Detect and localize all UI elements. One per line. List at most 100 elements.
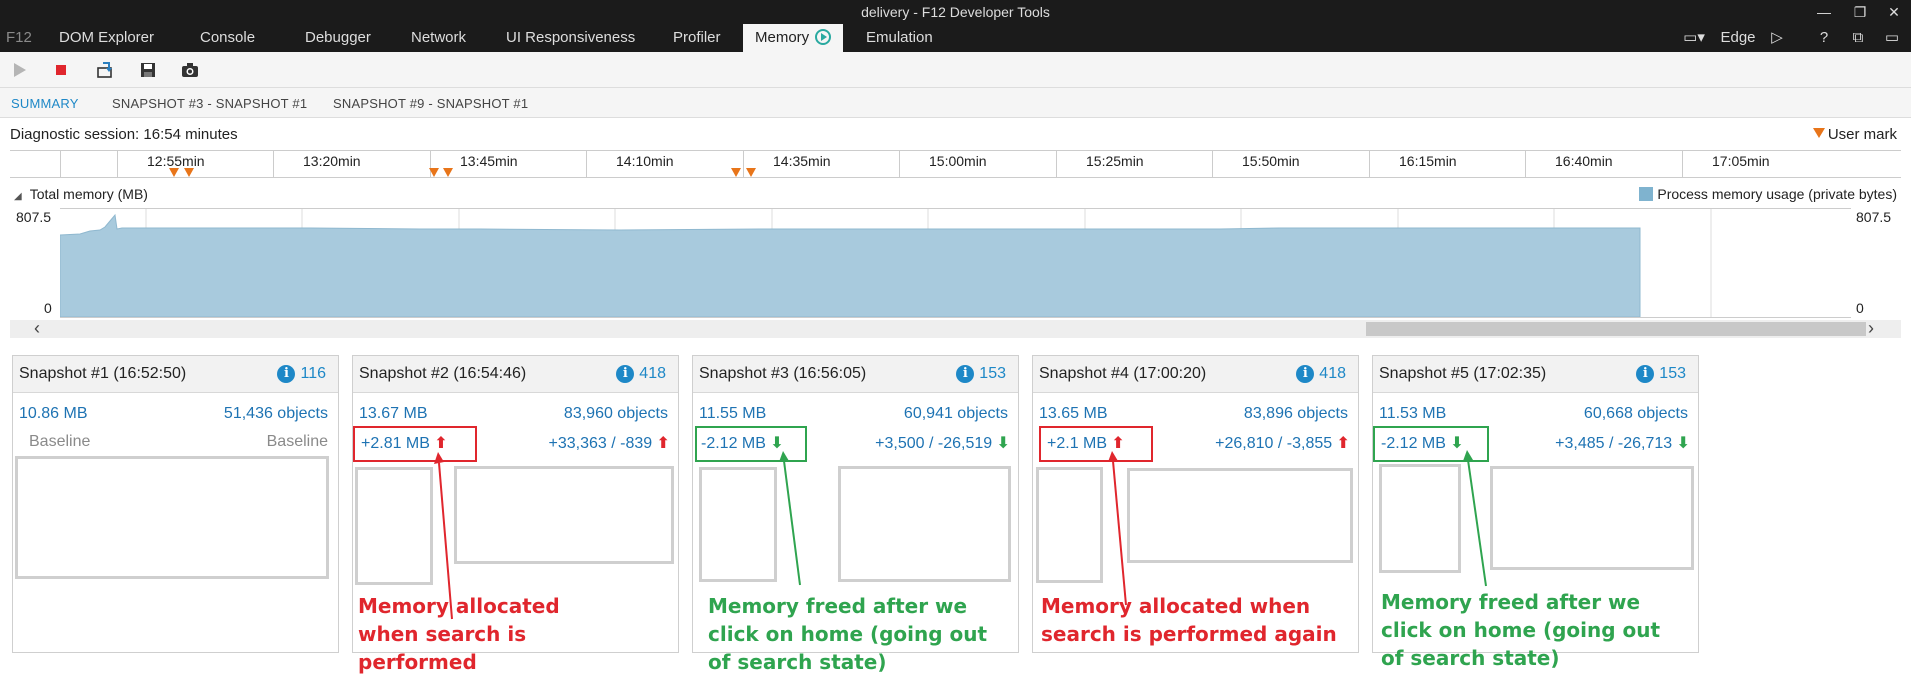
tab-snapshot-3-vs-1[interactable]: SNAPSHOT #3 - SNAPSHOT #1 <box>112 96 307 111</box>
time-label: 14:10min <box>616 153 674 169</box>
user-mark[interactable] <box>429 168 439 177</box>
object-delta-value: +26,810 / -3,855 <box>1215 435 1333 452</box>
object-count-link[interactable]: 51,436 objects <box>224 405 328 423</box>
tab-memory[interactable]: Memory <box>743 24 844 52</box>
object-delta-link[interactable]: +33,363 / -839 ⬆ <box>549 433 671 453</box>
screenshot-thumbnail[interactable] <box>1127 468 1353 563</box>
object-count-link[interactable]: 83,896 objects <box>1244 405 1348 423</box>
object-delta-link[interactable]: +26,810 / -3,855 ⬆ <box>1215 433 1350 453</box>
target-device-icon[interactable]: ▭▾ <box>1676 28 1712 48</box>
user-mark[interactable] <box>443 168 453 177</box>
snapshot-header: Snapshot #1 (16:52:50) i 116 <box>13 356 338 393</box>
tool-tab-bar: F12 DOM Explorer Console Debugger Networ… <box>0 24 1911 52</box>
user-mark-label: User mark <box>1827 126 1897 143</box>
heap-size-link[interactable]: 10.86 MB <box>19 405 87 423</box>
baseline-label: Baseline <box>266 433 328 450</box>
browser-target-label[interactable]: Edge <box>1716 28 1760 48</box>
screenshot-thumbnail[interactable] <box>1379 464 1461 573</box>
user-mark[interactable] <box>731 168 741 177</box>
snapshot-title: Snapshot #3 <box>699 365 789 382</box>
snapshot-count: 116 <box>300 365 326 382</box>
time-label: 16:15min <box>1399 153 1457 169</box>
help-icon[interactable]: ? <box>1814 28 1834 48</box>
snapshot-header: Snapshot #3 (16:56:05) i 153 <box>693 356 1018 393</box>
snapshot-title: Snapshot #1 <box>19 365 109 382</box>
object-delta-link[interactable]: +3,485 / -26,713 ⬇ <box>1555 433 1690 453</box>
y-axis-min-right: 0 <box>1856 300 1864 316</box>
minimize-icon[interactable]: — <box>1810 2 1838 22</box>
snapshot-info[interactable]: i 153 <box>1636 365 1686 383</box>
user-mark-icon <box>1812 128 1825 138</box>
snapshot-time: (17:00:20) <box>1133 365 1207 382</box>
import-session-icon[interactable] <box>95 60 115 80</box>
collapse-caret-icon[interactable]: ◢ <box>14 191 22 202</box>
memory-usage-graph[interactable] <box>59 208 1851 318</box>
screenshot-thumbnail[interactable] <box>1036 467 1103 583</box>
tab-console[interactable]: Console <box>200 24 255 52</box>
timeline-scrollbar[interactable]: ‹ › <box>10 319 1901 338</box>
memory-graph-header[interactable]: ◢ Total memory (MB) <box>14 186 148 202</box>
screenshot-thumbnail[interactable] <box>699 467 777 582</box>
screenshot-thumbnail[interactable] <box>454 466 674 564</box>
snapshot-title: Snapshot #2 <box>359 365 449 382</box>
dock-icon[interactable]: ▭ <box>1880 28 1904 48</box>
scroll-left-icon[interactable]: ‹ <box>28 319 46 338</box>
snapshot-header: Snapshot #2 (16:54:46) i 418 <box>353 356 678 393</box>
screenshot-thumbnail[interactable] <box>1490 466 1694 570</box>
recording-icon <box>815 29 832 45</box>
memory-toolbar <box>0 52 1911 88</box>
baseline-label: Baseline <box>29 433 91 450</box>
restore-icon[interactable]: ❐ <box>1846 2 1874 22</box>
snapshot-time: (16:56:05) <box>793 365 867 382</box>
y-axis-max-left: 807.5 <box>16 209 52 225</box>
heap-size-link[interactable]: 13.65 MB <box>1039 405 1107 423</box>
view-tabs: SUMMARY SNAPSHOT #3 - SNAPSHOT #1 SNAPSH… <box>0 88 1911 118</box>
scrollbar-thumb[interactable] <box>1366 322 1866 336</box>
timeline-ruler[interactable]: 12:55min 13:20min 13:45min 14:10min 14:3… <box>10 150 1901 178</box>
time-label: 15:50min <box>1242 153 1300 169</box>
tab-debugger[interactable]: Debugger <box>305 24 371 52</box>
snapshot-title: Snapshot #4 <box>1039 365 1129 382</box>
highlight-box <box>695 426 807 462</box>
tab-network[interactable]: Network <box>411 24 466 52</box>
screenshot-thumbnail[interactable] <box>15 456 329 579</box>
time-label: 15:25min <box>1086 153 1144 169</box>
close-icon[interactable]: ✕ <box>1880 2 1908 22</box>
snapshot-info[interactable]: i 153 <box>956 365 1006 383</box>
tab-ui-responsiveness[interactable]: UI Responsiveness <box>506 24 635 52</box>
object-count-link[interactable]: 60,668 objects <box>1584 405 1688 423</box>
stop-profiling-icon[interactable] <box>51 60 71 80</box>
object-count-link[interactable]: 60,941 objects <box>904 405 1008 423</box>
snapshot-card-1[interactable]: Snapshot #1 (16:52:50) i 116 10.86 MB 51,… <box>12 355 339 653</box>
info-icon: i <box>1636 365 1655 383</box>
tab-snapshot-9-vs-1[interactable]: SNAPSHOT #9 - SNAPSHOT #1 <box>333 96 528 111</box>
tab-summary[interactable]: SUMMARY <box>11 96 79 111</box>
user-mark[interactable] <box>746 168 756 177</box>
f12-label: F12 <box>6 29 32 46</box>
user-mark[interactable] <box>169 168 179 177</box>
save-session-icon[interactable] <box>138 60 158 80</box>
object-count-link[interactable]: 83,960 objects <box>564 405 668 423</box>
take-snapshot-icon[interactable] <box>180 60 200 80</box>
scroll-right-icon[interactable]: › <box>1862 319 1880 338</box>
arrow-up-icon: ⬆ <box>1336 435 1350 452</box>
tab-profiler[interactable]: Profiler <box>673 24 721 52</box>
heap-size-link[interactable]: 11.55 MB <box>699 405 766 423</box>
console-panel-icon[interactable]: ▷ <box>1766 28 1788 48</box>
annotation-allocated: Memory allocated when search is performe… <box>358 594 560 674</box>
user-mark[interactable] <box>184 168 194 177</box>
snapshot-info[interactable]: i 116 <box>277 365 326 383</box>
heap-size-link[interactable]: 11.53 MB <box>1379 405 1446 423</box>
object-delta-link[interactable]: +3,500 / -26,519 ⬇ <box>875 433 1010 453</box>
legend-swatch <box>1639 187 1654 201</box>
screenshot-thumbnail[interactable] <box>838 466 1011 582</box>
snapshot-info[interactable]: i 418 <box>1296 365 1346 383</box>
start-profiling-icon[interactable] <box>9 60 29 80</box>
snapshot-info[interactable]: i 418 <box>616 365 666 383</box>
highlight-box <box>1373 426 1489 462</box>
tab-dom-explorer[interactable]: DOM Explorer <box>59 24 154 52</box>
heap-size-link[interactable]: 13.67 MB <box>359 405 427 423</box>
screenshot-thumbnail[interactable] <box>355 467 433 585</box>
tab-emulation[interactable]: Emulation <box>866 24 933 52</box>
undock-icon[interactable]: ⧉ <box>1848 28 1868 48</box>
